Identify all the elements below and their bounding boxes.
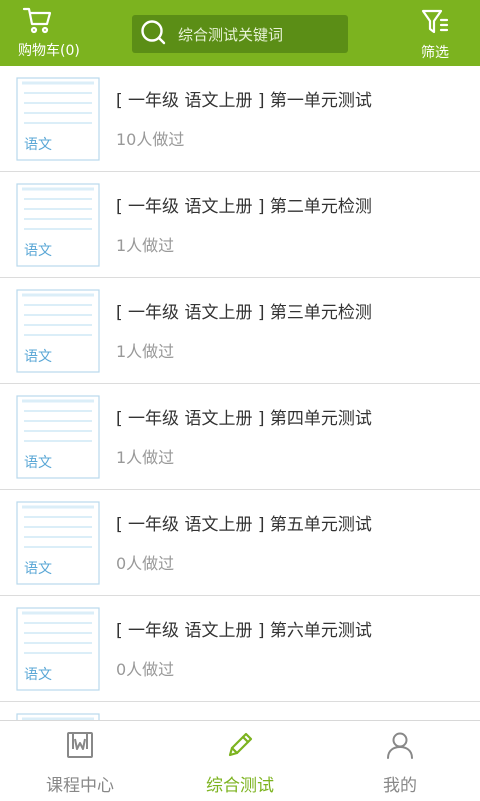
subject-label: 语文 (24, 561, 52, 577)
search-input[interactable]: 综合测试关键词 (132, 15, 348, 53)
subject-label: 语文 (24, 455, 52, 471)
test-title: [ 一年级 语文上册 ] 第三单元检测 (116, 303, 372, 323)
test-title: [ 一年级 语文上册 ] 第四单元测试 (116, 409, 372, 429)
tab-label: 课程中心 (46, 776, 114, 796)
test-title: [ 一年级 语文上册 ] 第六单元测试 (116, 621, 372, 641)
user-icon (386, 721, 414, 763)
search-icon (132, 19, 166, 49)
subject-label: 语文 (24, 667, 52, 683)
subject-thumbnail (16, 713, 100, 720)
filter-label: 筛选 (421, 45, 449, 61)
tab-label: 综合测试 (206, 776, 274, 796)
subject-thumbnail: 语文 (16, 77, 100, 161)
cart-label: 购物车(0) (18, 43, 80, 59)
list-item[interactable]: 语文 [ 一年级 语文上册 ] 第四单元测试 1人做过 (0, 384, 480, 490)
subject-thumbnail: 语文 (16, 395, 100, 479)
pencil-icon (226, 721, 254, 763)
taken-count: 1人做过 (116, 342, 175, 361)
tab-comprehensive-test[interactable]: 综合测试 (160, 721, 320, 801)
subject-label: 语文 (24, 349, 52, 365)
subject-label: 语文 (24, 243, 52, 259)
cart-icon (18, 6, 52, 38)
filter-icon (421, 8, 449, 40)
subject-thumbnail: 语文 (16, 183, 100, 267)
tab-mine[interactable]: 我的 (320, 721, 480, 801)
tab-course-center[interactable]: 课程中心 (0, 721, 160, 801)
test-title: [ 一年级 语文上册 ] 第一单元测试 (116, 91, 372, 111)
subject-thumbnail: 语文 (16, 501, 100, 585)
taken-count: 0人做过 (116, 554, 175, 573)
taken-count: 10人做过 (116, 130, 185, 149)
subject-label: 语文 (24, 137, 52, 153)
test-list: 语文 [ 一年级 语文上册 ] 第一单元测试 10人做过 语文 [ 一年级 语文… (0, 66, 480, 720)
list-item[interactable]: 语文 [ 一年级 语文上册 ] 第五单元测试 0人做过 (0, 490, 480, 596)
subject-thumbnail: 语文 (16, 607, 100, 691)
bottom-tab-bar: 课程中心 综合测试 我的 (0, 720, 480, 801)
test-title: [ 一年级 语文上册 ] 第二单元检测 (116, 197, 372, 217)
list-item[interactable]: 语文 [ 一年级 语文上册 ] 第六单元测试 0人做过 (0, 596, 480, 702)
course-center-icon (66, 721, 94, 763)
list-item[interactable]: 语文 [ 一年级 语文上册 ] 第二单元检测 1人做过 (0, 172, 480, 278)
taken-count: 1人做过 (116, 236, 175, 255)
subject-thumbnail: 语文 (16, 289, 100, 373)
list-item[interactable]: 语文 [ 一年级 语文上册 ] 第一单元测试 10人做过 (0, 66, 480, 172)
cart-button[interactable]: 购物车(0) (18, 6, 98, 62)
notebook-icon (16, 713, 100, 720)
filter-button[interactable]: 筛选 (410, 8, 460, 61)
taken-count: 0人做过 (116, 660, 175, 679)
search-placeholder: 综合测试关键词 (178, 25, 284, 44)
test-title: [ 一年级 语文上册 ] 第五单元测试 (116, 515, 372, 535)
app-header: 购物车(0) 综合测试关键词 筛选 (0, 0, 480, 66)
list-item-partial[interactable] (0, 702, 480, 720)
tab-label: 我的 (383, 776, 417, 796)
taken-count: 1人做过 (116, 448, 175, 467)
list-item[interactable]: 语文 [ 一年级 语文上册 ] 第三单元检测 1人做过 (0, 278, 480, 384)
